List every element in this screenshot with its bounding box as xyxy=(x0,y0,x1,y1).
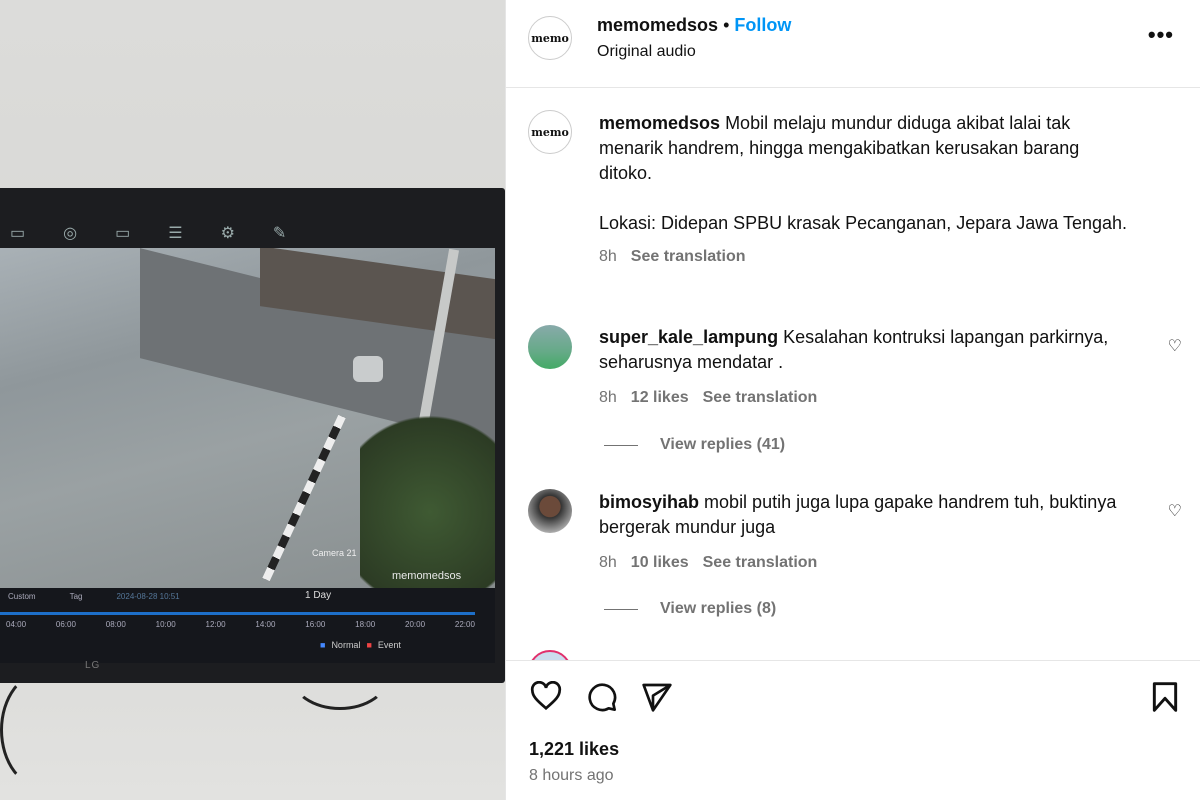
wrench-icon: ✎ xyxy=(272,225,287,242)
folder-icon: ▭ xyxy=(10,225,26,242)
legend-event: Event xyxy=(377,640,401,650)
like-comment-heart-icon[interactable]: ♡ xyxy=(1168,336,1182,356)
custom-label: Custom xyxy=(8,592,36,601)
comment-likes[interactable]: 12 likes xyxy=(631,385,689,410)
post-header: memo memomedsos • Follow Original audio … xyxy=(506,0,1200,88)
like-heart-icon[interactable] xyxy=(529,681,563,711)
comment-icon[interactable] xyxy=(585,681,619,713)
username-link[interactable]: memomedsos xyxy=(597,15,718,35)
see-translation[interactable]: See translation xyxy=(703,550,818,575)
audio-link[interactable]: Original audio xyxy=(597,43,696,61)
time-tick: 06:00 xyxy=(55,620,76,629)
camera-label: Camera 21 xyxy=(312,548,357,558)
date-label: 2024-08-28 10:51 xyxy=(116,592,180,601)
search-icon: ◎ xyxy=(63,225,78,242)
tag-label: Tag xyxy=(69,592,83,601)
comment-time[interactable]: 8h xyxy=(599,550,617,575)
caption-username[interactable]: memomedsos xyxy=(599,113,720,133)
time-tick: 12:00 xyxy=(205,620,226,629)
tv-frame: ▭ ◎ ▭ ☰ ⚙ ✎ Camera 21 memomedsos Custom T… xyxy=(0,188,505,683)
time-tick: 20:00 xyxy=(405,620,426,629)
gear-icon: ⚙ xyxy=(220,225,235,242)
time-tick: 08:00 xyxy=(105,620,126,629)
comment-likes[interactable]: 10 likes xyxy=(631,550,689,575)
share-icon[interactable] xyxy=(641,681,673,713)
avatar-text: memo xyxy=(531,125,569,139)
like-comment-heart-icon[interactable]: ♡ xyxy=(1168,501,1182,521)
view-replies-label: View replies (41) xyxy=(660,436,786,453)
tv-brand-logo: LG xyxy=(85,660,101,671)
post-time: 8 hours ago xyxy=(529,767,614,784)
like-count[interactable]: 1,221 likes xyxy=(529,739,619,760)
post-panel: memo memomedsos • Follow Original audio … xyxy=(505,0,1200,800)
dvr-toolbar: ▭ ◎ ▭ ☰ ⚙ ✎ xyxy=(0,218,495,248)
playback-bar: Custom Tag 2024-08-28 10:51 1 Day 04:00 06… xyxy=(0,588,495,663)
caption: memomedsos Mobil melaju mundur diduga ak… xyxy=(599,111,1129,269)
watermark: memomedsos xyxy=(392,570,462,582)
avatar[interactable]: memo xyxy=(528,110,572,154)
cable xyxy=(0,670,90,790)
time-tick: 10:00 xyxy=(155,620,176,629)
comment: bimosyihab mobil putih juga lupa gapake … xyxy=(599,490,1129,575)
view-replies-label: View replies (8) xyxy=(660,600,777,617)
see-translation[interactable]: See translation xyxy=(703,385,818,410)
time-tick: 16:00 xyxy=(305,620,326,629)
avatar-text: memo xyxy=(531,31,569,45)
range-label: 1 Day xyxy=(305,590,332,601)
follow-button[interactable]: Follow xyxy=(734,15,791,35)
save-bookmark-icon[interactable] xyxy=(1151,681,1179,713)
caption-time[interactable]: 8h xyxy=(599,244,617,269)
commenter-avatar[interactable] xyxy=(528,489,572,533)
more-options-icon[interactable]: ••• xyxy=(1148,22,1174,48)
comment-time[interactable]: 8h xyxy=(599,385,617,410)
database-icon: ☰ xyxy=(168,225,183,242)
post-actions: 1,221 likes 8 hours ago xyxy=(506,660,1200,800)
camera-icon: ▭ xyxy=(115,225,131,242)
legend-normal: Normal xyxy=(331,640,361,650)
commenter-avatar[interactable] xyxy=(528,325,572,369)
avatar[interactable]: memo xyxy=(528,16,572,60)
cctv-footage: Camera 21 memomedsos xyxy=(0,248,495,588)
car xyxy=(353,356,383,382)
view-replies-button[interactable]: View replies (8) xyxy=(604,600,776,618)
comment-username[interactable]: super_kale_lampung xyxy=(599,327,778,347)
comment-username[interactable]: bimosyihab xyxy=(599,492,699,512)
time-tick: 18:00 xyxy=(355,620,376,629)
post-video[interactable]: ▭ ◎ ▭ ☰ ⚙ ✎ Camera 21 memomedsos Custom T… xyxy=(0,0,505,800)
time-tick: 04:00 xyxy=(6,620,27,629)
time-tick: 22:00 xyxy=(454,620,475,629)
separator: • xyxy=(723,15,730,35)
caption-location: Lokasi: Didepan SPBU krasak Pecanganan, … xyxy=(599,213,1128,233)
time-tick: 14:00 xyxy=(255,620,276,629)
timeline xyxy=(0,612,475,615)
view-replies-button[interactable]: View replies (41) xyxy=(604,436,785,454)
comment: super_kale_lampung Kesalahan kontruksi l… xyxy=(599,325,1129,410)
see-translation[interactable]: See translation xyxy=(631,244,746,269)
